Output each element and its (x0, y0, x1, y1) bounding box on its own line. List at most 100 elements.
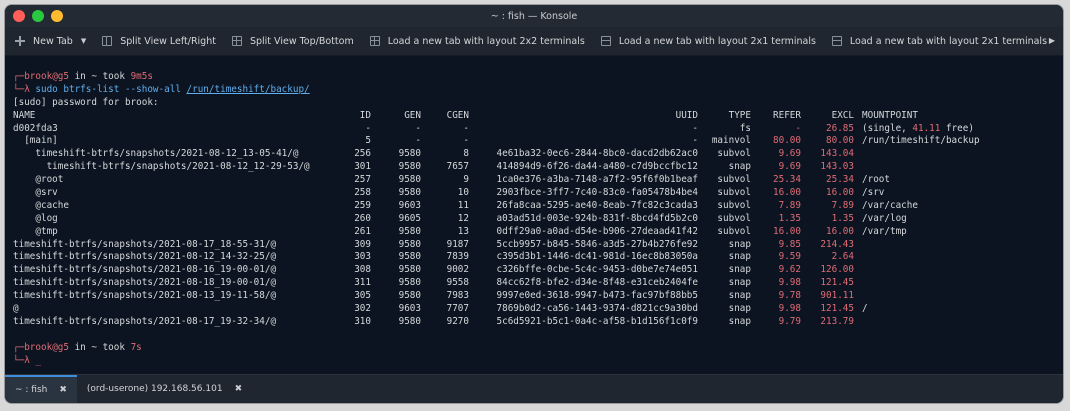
cell-excl: 901.11 (820, 290, 854, 302)
cell-uuid: 84cc62f8-bfe2-d34e-8f48-e31ceb2404fe (496, 277, 699, 289)
table-row: timeshift-btrfs/snapshots/2021-08-12_14-… (13, 251, 1055, 264)
close-icon[interactable]: ✖ (59, 385, 67, 395)
cell-mountpoint: /var/cache (854, 200, 918, 213)
cell-id: - (365, 122, 371, 134)
title-bar[interactable]: ~ : fish — Konsole (5, 5, 1063, 27)
split-top-bottom-button[interactable]: Split View Top/Bottom (231, 36, 354, 47)
cell-uuid: 5c6d5921-b5c1-0a4c-af58-b1d156f1c0f9 (496, 315, 699, 327)
tab-bar: ~ : fish ✖ (ord-userone) 192.168.56.101 … (5, 374, 1063, 403)
table-row: @tmp 261 9580 13 0dff29a0-a0ad-d54e-b906-27d… (13, 226, 1055, 239)
cell-cgen: 11 (457, 199, 469, 211)
konsole-window: ~ : fish — Konsole New Tab ▼ Split View … (5, 5, 1063, 403)
cell-excl: 126.00 (820, 264, 854, 276)
cell-cgen: 7839 (446, 251, 469, 263)
free-space-value: 41.11 (912, 122, 941, 134)
prompt-line: ┌─brook@g5 in ~ took 9m5s (13, 71, 1055, 84)
cell-excl: 214.43 (820, 238, 854, 250)
cell-type: snap (728, 161, 751, 173)
prompt-dir: in ~ took (68, 71, 131, 82)
cell-gen: 9603 (398, 303, 421, 315)
cell-uuid: 5ccb9957-b845-5846-a3d5-27b4b276fe92 (496, 238, 699, 250)
tab-fish[interactable]: ~ : fish ✖ (5, 375, 77, 403)
cell-gen: 9603 (398, 199, 421, 211)
cell-id: 259 (354, 199, 371, 211)
cell-refer: 16.00 (773, 187, 801, 199)
cell-cgen: 9002 (446, 264, 469, 276)
table-row: timeshift-btrfs/snapshots/2021-08-13_19-… (13, 290, 1055, 303)
cell-id: 302 (354, 303, 371, 315)
cell-cgen: 9270 (446, 315, 469, 327)
cell-excl: 143.03 (820, 161, 854, 173)
close-window-button[interactable] (13, 10, 25, 22)
cell-gen: 9580 (398, 148, 421, 160)
cell-type: snap (728, 251, 751, 263)
chevron-right-icon[interactable]: ▶ (1049, 36, 1055, 45)
layout-2x2-button[interactable]: Load a new tab with layout 2x2 terminals (369, 36, 585, 47)
cell-name: timeshift-btrfs/snapshots/2021-08-16_19-… (13, 264, 277, 276)
maximize-window-button[interactable] (32, 10, 44, 22)
cell-excl: 7.89 (831, 199, 854, 211)
table-row: timeshift-btrfs/snapshots/2021-08-12_13-… (13, 148, 1055, 161)
layout-2x1-button-a[interactable]: Load a new tab with layout 2x1 terminals (600, 36, 816, 47)
cell-cgen: 13 (457, 225, 469, 237)
prompt-user: brook@g5 (24, 71, 69, 82)
cell-mountpoint: /srv (854, 187, 884, 200)
path-link[interactable]: /run/timeshift/backup/ (187, 84, 310, 95)
toolbar: New Tab ▼ Split View Left/Right Split Vi… (5, 27, 1063, 56)
layout-2x1-button-b[interactable]: Load a new tab with layout 2x1 terminals (831, 36, 1047, 47)
tab-ssh-userone[interactable]: (ord-userone) 192.168.56.101 ✖ (77, 375, 252, 403)
header-uuid: UUID (675, 109, 698, 121)
cell-gen: 9580 (398, 187, 421, 199)
prompt-duration: 7s (130, 341, 142, 353)
cell-refer: 9.85 (778, 238, 801, 250)
input-line[interactable]: └─λ _ (13, 355, 1055, 368)
window-controls (13, 10, 63, 22)
cell-name: @log (13, 212, 58, 224)
cell-type: mainvol (711, 135, 751, 147)
terminal-view[interactable]: ┌─brook@g5 in ~ took 9m5s └─λ sudo btrfs… (5, 56, 1063, 374)
cell-excl: 143.04 (820, 148, 854, 160)
table-row: timeshift-btrfs/snapshots/2021-08-12_12-… (13, 161, 1055, 174)
cell-name: timeshift-btrfs/snapshots/2021-08-17_18-… (13, 238, 277, 250)
table-row: timeshift-btrfs/snapshots/2021-08-17_19-… (13, 316, 1055, 329)
new-tab-button[interactable]: New Tab ▼ (15, 36, 86, 47)
table-row: timeshift-btrfs/snapshots/2021-08-16_19-… (13, 264, 1055, 277)
text-cursor: _ (35, 354, 41, 366)
tab-label: ~ : fish (15, 385, 48, 395)
header-gen: GEN (404, 109, 421, 121)
mountpoint-text: /var/log (862, 212, 907, 224)
split-left-right-button[interactable]: Split View Left/Right (102, 36, 216, 47)
cell-type: snap (728, 290, 751, 302)
close-icon[interactable]: ✖ (235, 384, 243, 394)
cell-type: snap (728, 277, 751, 289)
chevron-down-icon[interactable]: ▼ (81, 37, 86, 45)
prompt-user: brook@g5 (24, 341, 69, 353)
cell-gen: 9605 (398, 212, 421, 224)
cell-excl: 121.45 (820, 277, 854, 289)
cell-cgen: - (463, 122, 469, 134)
cell-excl: 80.00 (826, 135, 854, 147)
cell-excl: 16.00 (826, 187, 854, 199)
header-mountpoint: MOUNTPOINT (862, 109, 918, 121)
new-tab-label: New Tab (33, 35, 73, 47)
cell-cgen: 9558 (446, 277, 469, 289)
minimize-window-button[interactable] (51, 10, 63, 22)
cell-refer: 9.69 (778, 161, 801, 173)
cell-name: @root (13, 174, 64, 186)
cell-name: timeshift-btrfs/snapshots/2021-08-18_19-… (13, 277, 277, 289)
cell-id: 310 (354, 315, 371, 327)
window-title: ~ : fish — Konsole (490, 10, 578, 22)
cell-gen: 9580 (398, 174, 421, 186)
header-refer: REFER (773, 109, 801, 121)
cell-uuid: 7869b0d2-ca56-1443-9374-d821cc9a30bd (496, 303, 699, 315)
cell-cgen: 9187 (446, 238, 469, 250)
cell-refer: 9.59 (778, 251, 801, 263)
cell-mountpoint (854, 277, 862, 290)
cell-id: 258 (354, 187, 371, 199)
table-row: d002fda3- - - - fs -26.85 (single, 41.11 free) (13, 123, 1055, 136)
cell-excl: 26.85 (826, 122, 854, 134)
prompt-bracket: ┌─ (13, 71, 25, 82)
cell-excl: 25.34 (826, 174, 854, 186)
cell-id: 260 (354, 212, 371, 224)
cell-mountpoint (854, 290, 862, 303)
